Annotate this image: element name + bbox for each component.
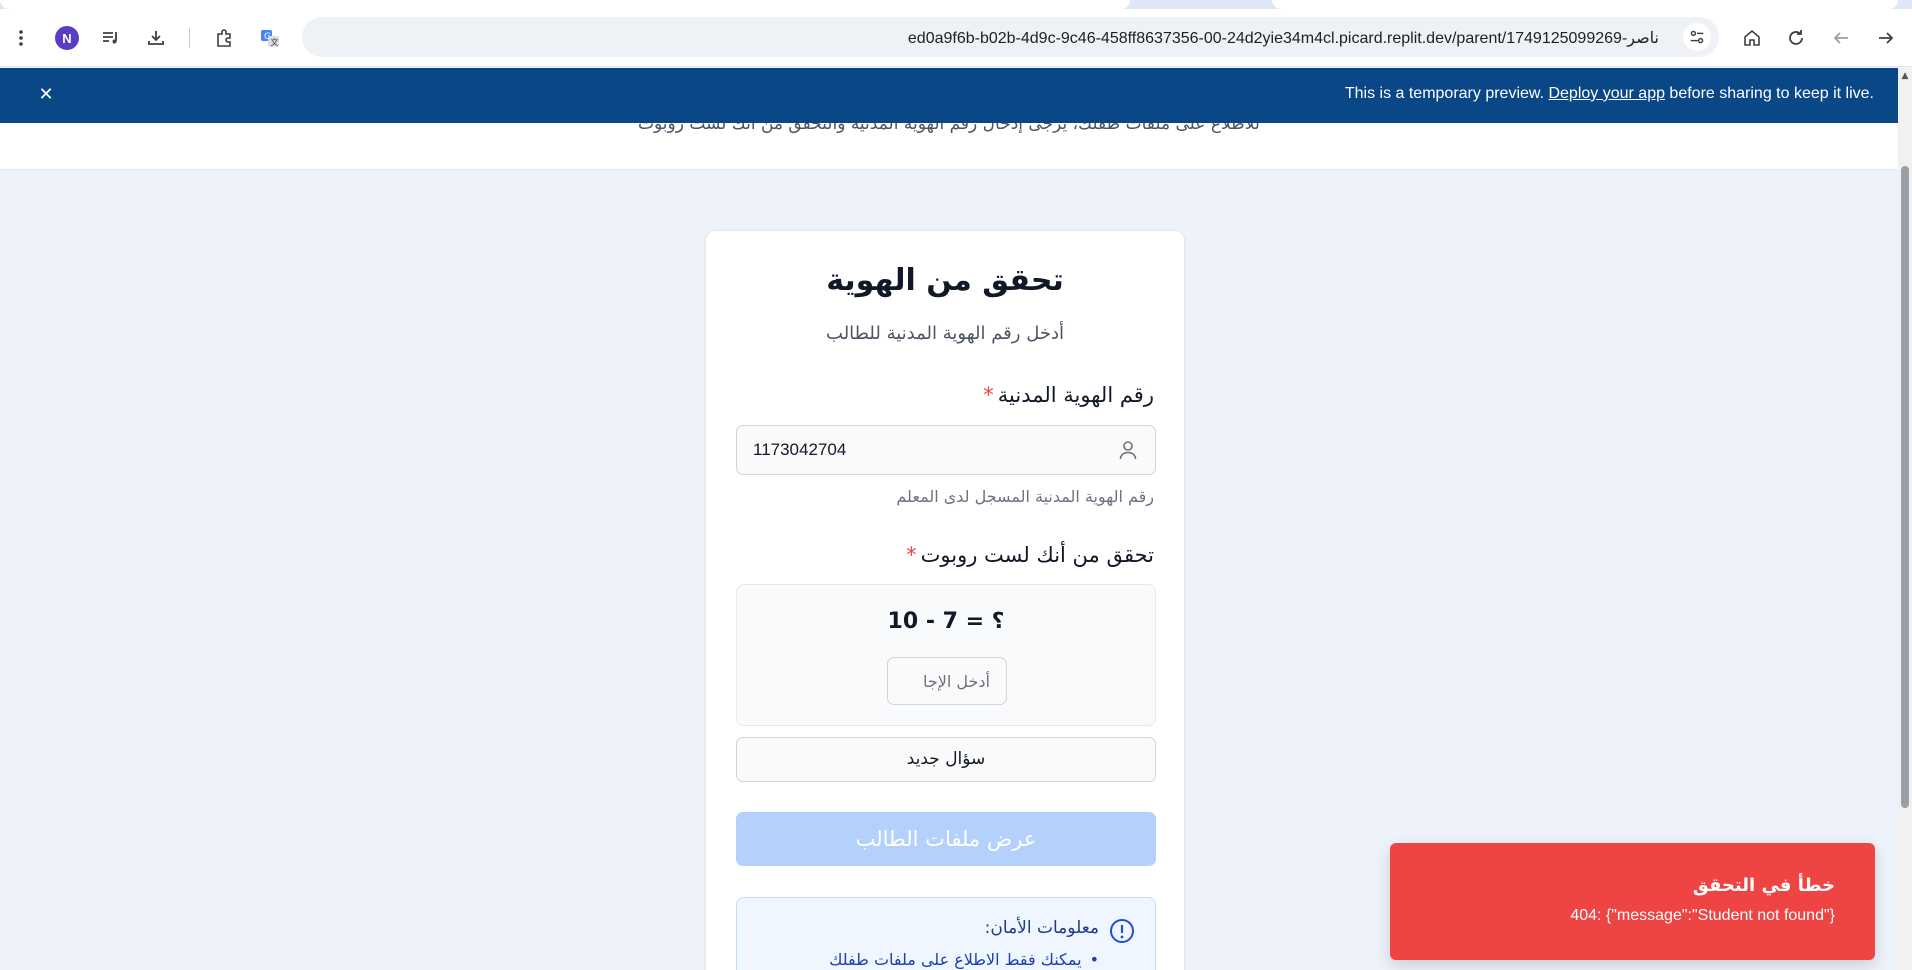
view-student-files-button[interactable]: عرض ملفات الطالب xyxy=(736,812,1156,866)
browser-toolbar: N G文 ed0a9f6b-b02b-4d9c-9c46-458ff863735… xyxy=(0,9,1912,67)
card-subtitle: أدخل رقم الهوية المدنية للطالب xyxy=(826,323,1064,344)
translate-icon[interactable]: G文 xyxy=(255,23,285,53)
download-icon[interactable] xyxy=(141,23,171,53)
security-title: معلومات الأمان: xyxy=(984,918,1099,938)
back-icon[interactable] xyxy=(1826,23,1856,53)
id-hint: رقم الهوية المدنية المسجل لدى المعلم xyxy=(896,487,1154,506)
url-text[interactable]: ed0a9f6b-b02b-4d9c-9c46-458ff8637356-00-… xyxy=(908,28,1659,48)
captcha-label: تحقق من أنك لست روبوت* xyxy=(906,543,1154,567)
deploy-app-link[interactable]: Deploy your app xyxy=(1548,85,1665,102)
civil-id-value: 1173042704 xyxy=(753,440,847,459)
captcha-placeholder: أدخل الإجا xyxy=(923,672,990,691)
preview-banner: ✕ This is a temporary preview. Deploy yo… xyxy=(0,68,1898,123)
svg-text:文: 文 xyxy=(271,37,279,47)
reload-icon[interactable] xyxy=(1781,23,1811,53)
page-scrollbar[interactable]: ▲ xyxy=(1898,68,1912,970)
site-settings-icon[interactable] xyxy=(1683,23,1711,51)
scroll-up-arrow-icon[interactable]: ▲ xyxy=(1900,72,1910,81)
scroll-thumb[interactable] xyxy=(1901,166,1909,808)
required-mark: * xyxy=(906,543,917,567)
close-icon[interactable]: ✕ xyxy=(36,85,56,105)
id-label-text: رقم الهوية المدنية xyxy=(997,383,1154,407)
toast-title: خطأ في التحقق xyxy=(1692,875,1835,896)
address-bar[interactable]: ed0a9f6b-b02b-4d9c-9c46-458ff8637356-00-… xyxy=(302,17,1719,57)
toast-message: 404: {"message":"Student not found"} xyxy=(1570,907,1835,924)
banner-text-after: before sharing to keep it live. xyxy=(1664,85,1874,102)
required-mark: * xyxy=(983,383,994,407)
banner-text-before: This is a temporary preview. xyxy=(1344,85,1549,102)
info-alert-icon xyxy=(1109,918,1135,944)
captcha-box: 10 - 7 = ؟ أدخل الإجا xyxy=(736,584,1156,726)
toolbar-divider xyxy=(189,28,190,48)
tab-strip xyxy=(0,0,1912,9)
captcha-question: 10 - 7 = ؟ xyxy=(737,609,1155,634)
captcha-question-text: 10 - 7 = ؟ xyxy=(887,609,1005,634)
security-info-box: معلومات الأمان: يمكنك فقط الاطلاع على مل… xyxy=(736,897,1156,970)
id-field-label: رقم الهوية المدنية* xyxy=(983,383,1154,407)
civil-id-input[interactable]: 1173042704 xyxy=(736,425,1156,475)
error-toast[interactable]: خطأ في التحقق 404: {"message":"Student n… xyxy=(1390,843,1875,960)
home-icon[interactable] xyxy=(1737,23,1767,53)
security-item: يمكنك فقط الاطلاع على ملفات طفلك xyxy=(829,950,1099,969)
captcha-label-text: تحقق من أنك لست روبوت xyxy=(920,543,1154,567)
forward-icon[interactable] xyxy=(1871,23,1901,53)
banner-message: This is a temporary preview. Deploy your… xyxy=(1345,85,1874,103)
new-question-button[interactable]: سؤال جديد xyxy=(736,737,1156,782)
verification-card: تحقق من الهوية أدخل رقم الهوية المدنية ل… xyxy=(705,230,1185,970)
media-icon[interactable] xyxy=(96,23,126,53)
browser-tab[interactable] xyxy=(0,0,1130,9)
user-icon xyxy=(1117,439,1139,461)
page-header: للاطلاع على ملفات طفلك، يرجى إدخال رقم ا… xyxy=(0,123,1898,170)
captcha-answer-input[interactable]: أدخل الإجا xyxy=(887,657,1007,705)
extensions-icon[interactable] xyxy=(209,23,239,53)
profile-avatar[interactable]: N xyxy=(55,26,79,50)
browser-tab[interactable] xyxy=(1272,0,1898,9)
menu-icon[interactable] xyxy=(6,23,36,53)
card-title: تحقق من الهوية xyxy=(826,263,1064,298)
page-description: للاطلاع على ملفات طفلك، يرجى إدخال رقم ا… xyxy=(638,123,1260,134)
